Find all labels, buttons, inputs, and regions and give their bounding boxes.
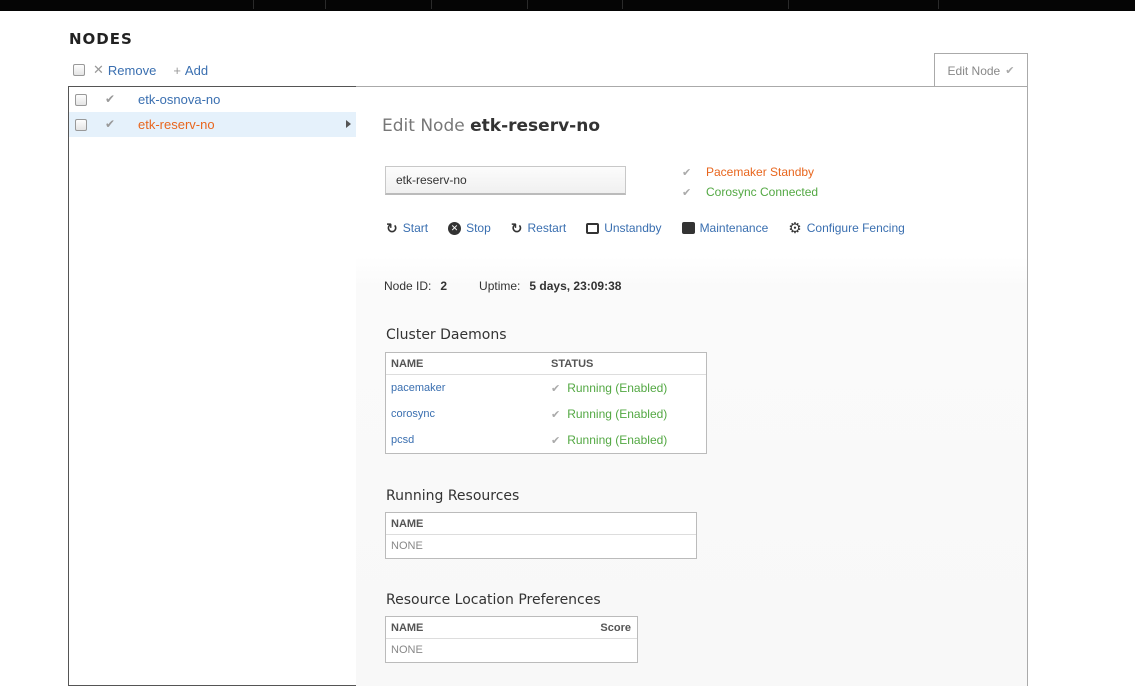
restart-button[interactable]: ↻ Restart <box>511 220 566 237</box>
stop-button[interactable]: ✕ Stop <box>448 221 491 235</box>
resource-location-preferences-table: NAME Score NONE <box>385 616 638 663</box>
add-button[interactable]: + Add <box>173 63 208 78</box>
daemon-name-link[interactable]: pacemaker <box>391 382 551 394</box>
column-header-status: STATUS <box>551 357 594 370</box>
status-pacemaker: ✔ Pacemaker Standby <box>682 162 818 182</box>
maintenance-label: Maintenance <box>699 221 769 235</box>
top-nav-segment[interactable] <box>254 0 326 9</box>
column-header-score: Score <box>600 621 631 634</box>
check-icon: ✔ <box>682 186 692 199</box>
column-header-name: NAME <box>391 357 424 370</box>
daemon-status-text: Running (Enabled) <box>567 407 668 421</box>
maintenance-icon <box>681 222 695 234</box>
check-icon: ✔ <box>105 92 116 106</box>
table-header: NAME Score <box>386 617 637 639</box>
status-corosync: ✔ Corosync Connected <box>682 182 818 202</box>
select-all-checkbox[interactable] <box>73 64 85 76</box>
daemon-status-text: Running (Enabled) <box>567 381 668 395</box>
node-name[interactable]: etk-osnova-no <box>138 92 220 107</box>
status-text: Corosync Connected <box>706 185 819 199</box>
top-navigation-bar <box>0 0 1135 11</box>
resource-location-preferences-title: Resource Location Preferences <box>386 592 601 608</box>
top-nav-segment[interactable] <box>528 0 623 9</box>
stop-label: Stop <box>466 221 491 235</box>
top-nav-segment[interactable] <box>0 0 254 9</box>
top-nav-segment[interactable] <box>623 0 789 9</box>
monitor-icon <box>586 222 600 234</box>
top-nav-segment[interactable] <box>432 0 528 9</box>
start-label: Start <box>402 221 429 235</box>
maintenance-button[interactable]: Maintenance <box>681 221 769 235</box>
running-resources-table: NAME NONE <box>385 512 697 559</box>
check-icon: ✔ <box>551 434 561 447</box>
node-actions: ↻ Start ✕ Stop ↻ Restart Unstandby Maint… <box>386 219 925 238</box>
uptime-value: 5 days, 23:09:38 <box>529 279 622 293</box>
node-list-toolbar: ✕ Remove + Add <box>73 60 208 80</box>
start-button[interactable]: ↻ Start <box>386 220 428 237</box>
detail-title-prefix: Edit Node <box>382 116 465 136</box>
restart-label: Restart <box>527 221 567 235</box>
table-header: NAME STATUS <box>386 353 706 375</box>
remove-button[interactable]: ✕ Remove <box>93 62 156 78</box>
uptime-label: Uptime: <box>479 279 521 293</box>
check-icon: ✔ <box>682 166 692 179</box>
daemon-status-text: Running (Enabled) <box>567 433 668 447</box>
daemon-name-link[interactable]: pcsd <box>391 434 551 446</box>
status-text: Pacemaker Standby <box>706 165 815 179</box>
table-row: pcsd ✔ Running (Enabled) <box>386 427 706 453</box>
fencing-label: Configure Fencing <box>806 221 905 235</box>
check-icon: ✔ <box>551 382 561 395</box>
table-empty-row: NONE <box>391 644 423 656</box>
tab-label: Edit Node <box>947 63 1001 78</box>
check-icon: ✔ <box>551 408 561 421</box>
gear-icon: ⚙ <box>788 220 802 237</box>
daemon-status: ✔ Running (Enabled) <box>551 407 667 421</box>
node-name-field[interactable]: etk-reserv-no <box>385 166 626 195</box>
tab-edit-node[interactable]: Edit Node ✔ <box>934 53 1028 87</box>
remove-label: Remove <box>107 62 157 78</box>
unstandby-label: Unstandby <box>604 221 662 235</box>
node-name[interactable]: etk-reserv-no <box>138 117 215 132</box>
page-title: NODES <box>69 30 133 48</box>
node-checkbox[interactable] <box>75 119 87 131</box>
table-row: pacemaker ✔ Running (Enabled) <box>386 375 706 401</box>
detail-title: Edit Node etk-reserv-no <box>382 116 600 136</box>
node-id-label: Node ID: <box>384 279 432 293</box>
running-resources-title: Running Resources <box>386 488 520 504</box>
cluster-daemons-title: Cluster Daemons <box>386 327 507 343</box>
node-info: Node ID: 2 Uptime: 5 days, 23:09:38 <box>384 279 653 293</box>
check-icon: ✔ <box>105 117 116 131</box>
table-row: corosync ✔ Running (Enabled) <box>386 401 706 427</box>
column-header-name: NAME <box>391 621 424 634</box>
node-list-item[interactable]: ✔ etk-osnova-no <box>69 87 356 112</box>
unstandby-button[interactable]: Unstandby <box>586 221 662 235</box>
daemon-status: ✔ Running (Enabled) <box>551 381 667 395</box>
top-nav-segment[interactable] <box>789 0 939 9</box>
top-nav-segment[interactable] <box>326 0 432 9</box>
daemon-name-link[interactable]: corosync <box>391 408 551 420</box>
caret-right-icon <box>346 120 351 128</box>
configure-fencing-button[interactable]: ⚙ Configure Fencing <box>788 219 905 237</box>
node-id-value: 2 <box>440 279 448 293</box>
node-status-list: ✔ Pacemaker Standby ✔ Corosync Connected <box>682 162 818 202</box>
add-label: Add <box>184 62 209 78</box>
cluster-daemons-table: NAME STATUS pacemaker ✔ Running (Enabled… <box>385 352 707 454</box>
node-list-item-selected[interactable]: ✔ etk-reserv-no <box>69 112 357 137</box>
plus-icon: + <box>173 62 181 78</box>
refresh-icon: ↻ <box>386 219 398 236</box>
table-empty-row: NONE <box>391 540 423 552</box>
column-header-name: NAME <box>391 517 424 530</box>
stop-circle-icon: ✕ <box>448 221 462 235</box>
daemon-status: ✔ Running (Enabled) <box>551 433 667 447</box>
edit-node-panel: Edit Node etk-reserv-no etk-reserv-no ✔ … <box>356 86 1028 686</box>
node-checkbox[interactable] <box>75 94 87 106</box>
detail-node-name: etk-reserv-no <box>470 116 600 136</box>
check-icon: ✔ <box>1005 65 1015 77</box>
refresh-icon: ↻ <box>510 219 523 236</box>
table-header: NAME <box>386 513 696 535</box>
node-list: ✔ etk-osnova-no ✔ etk-reserv-no <box>68 86 357 686</box>
close-icon: ✕ <box>93 62 104 77</box>
